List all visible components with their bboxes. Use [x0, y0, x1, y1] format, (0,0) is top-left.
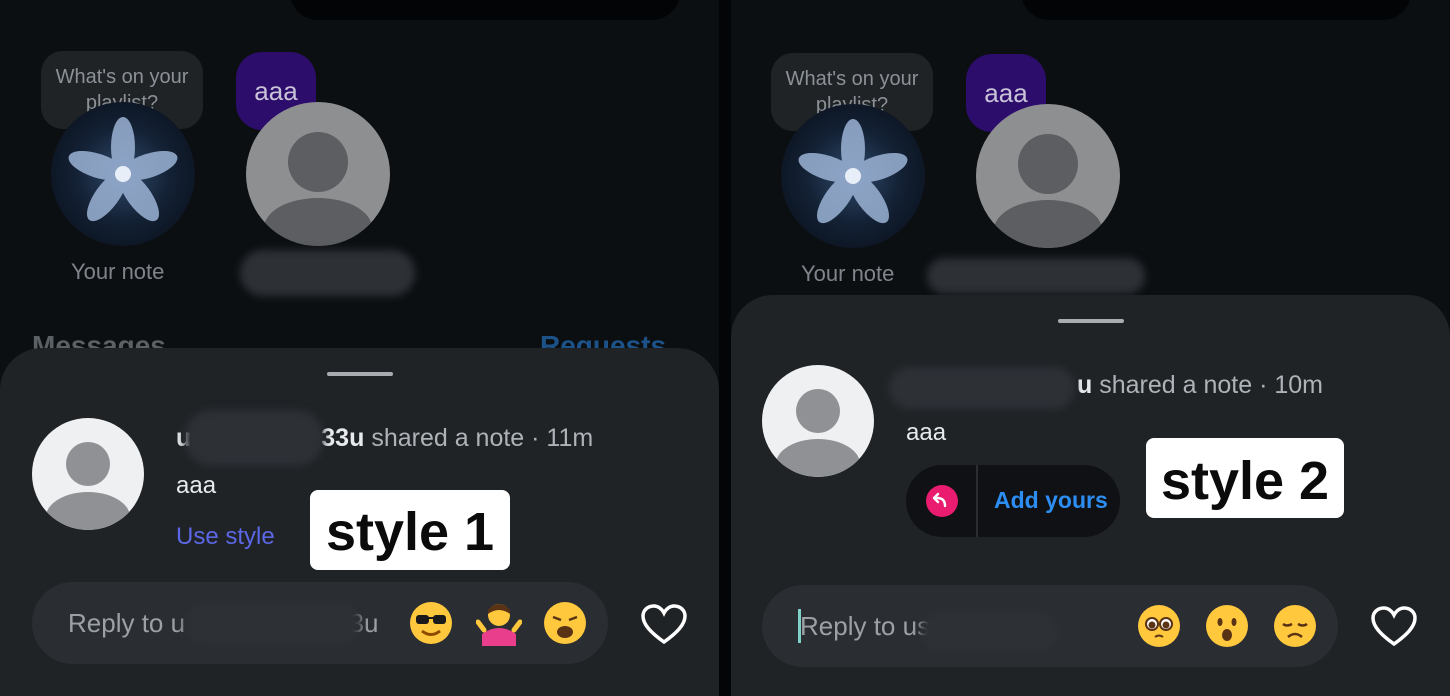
reply-placeholder: Reply to us	[800, 611, 931, 641]
redacted-name	[927, 258, 1145, 294]
screenshot-style-2: What's on your playlist? Your note aaa	[731, 0, 1450, 696]
flower-image	[798, 119, 908, 224]
add-yours-button[interactable]: Add yours	[906, 465, 1120, 537]
redacted-reply-name	[920, 611, 1058, 651]
redacted-username	[184, 410, 324, 466]
use-style-link[interactable]: Use style	[176, 523, 275, 551]
username-end[interactable]: u	[1077, 371, 1092, 399]
weary-face-emoji-icon[interactable]	[544, 602, 586, 644]
style-2-label: style 2	[1146, 438, 1344, 518]
headline-suffix: shared a note · 11m	[364, 424, 594, 452]
sheet-handle[interactable]	[1058, 319, 1124, 323]
disappointed-face-emoji-icon[interactable]	[1274, 605, 1316, 647]
friend-note-text: aaa	[984, 78, 1028, 108]
panel-divider	[719, 0, 731, 696]
note-headline: u shared a note · 10m	[1077, 371, 1323, 400]
add-yours-label: Add yours	[994, 487, 1108, 513]
heart-icon[interactable]	[1370, 606, 1418, 648]
camera-notch	[290, 0, 680, 20]
note-text: aaa	[176, 472, 217, 499]
own-avatar[interactable]	[51, 102, 195, 246]
heart-icon[interactable]	[640, 604, 688, 646]
friend-avatar[interactable]	[976, 104, 1120, 248]
reply-input[interactable]: Reply to u33u	[32, 582, 608, 664]
reply-arrow-icon	[926, 485, 958, 517]
redacted-reply-name	[184, 602, 362, 644]
style-1-label: style 1	[310, 490, 510, 570]
redacted-name	[240, 250, 415, 296]
headline-suffix: shared a note · 10m	[1092, 371, 1323, 399]
screenshot-style-1: What's on your playlist? Your note aaa M…	[0, 0, 719, 696]
pleading-face-emoji-icon[interactable]	[1138, 605, 1180, 647]
sender-avatar[interactable]	[762, 365, 874, 477]
person-shrugging-emoji-icon[interactable]	[475, 600, 523, 646]
reply-input[interactable]: Reply to us	[762, 585, 1338, 667]
redacted-username	[889, 367, 1075, 409]
sunglasses-emoji-icon[interactable]	[410, 602, 452, 644]
sender-avatar[interactable]	[32, 418, 144, 530]
flower-image	[68, 117, 178, 222]
note-text: aaa	[906, 419, 947, 446]
camera-notch	[1021, 0, 1411, 20]
own-note-caption: Your note	[71, 259, 165, 284]
friend-note-text: aaa	[254, 76, 298, 106]
sheet-handle[interactable]	[327, 372, 393, 376]
friend-avatar[interactable]	[246, 102, 390, 246]
username-end[interactable]: 33u	[321, 424, 364, 452]
own-note-caption: Your note	[801, 261, 895, 286]
open-mouth-emoji-icon[interactable]	[1206, 605, 1248, 647]
own-avatar[interactable]	[781, 104, 925, 248]
